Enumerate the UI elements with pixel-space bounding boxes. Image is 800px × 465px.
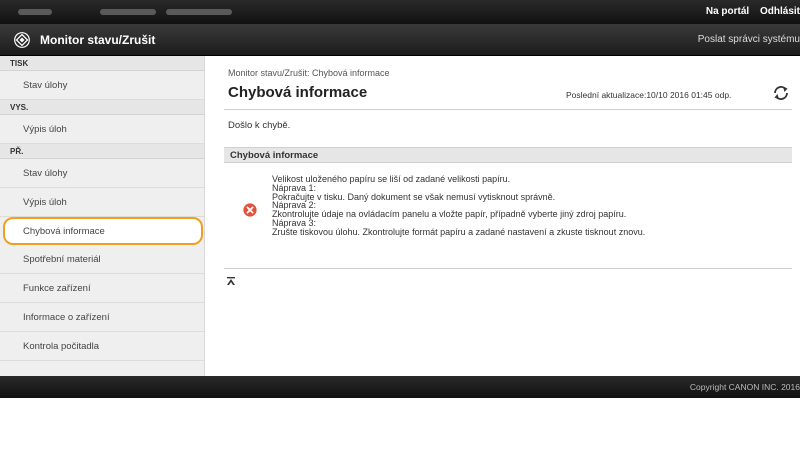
page-footer: Copyright CANON INC. 2016 — [0, 376, 800, 398]
diamond-logo-icon — [14, 32, 30, 48]
top-bar: Na portál Odhlásit — [0, 0, 800, 24]
sidebar-item-receive-job-status[interactable]: Stav úlohy — [0, 159, 204, 188]
blurred-text — [166, 9, 232, 15]
sidebar-item-receive-job-log[interactable]: Výpis úloh — [0, 188, 204, 217]
blurred-text — [18, 9, 52, 15]
admin-mail-link[interactable]: Poslat správci systému — [698, 34, 800, 45]
sidebar-section-print: TISK — [0, 56, 204, 71]
back-to-top-icon[interactable] — [226, 276, 236, 286]
sidebar-item-print-job-status[interactable]: Stav úlohy — [0, 71, 204, 100]
breadcrumb: Monitor stavu/Zrušit: Chybová informace — [228, 68, 390, 78]
portal-link[interactable]: Na portál — [706, 6, 749, 17]
logout-link[interactable]: Odhlásit — [760, 6, 800, 17]
error-icon — [243, 203, 257, 217]
sidebar-item-device-features[interactable]: Funkce zařízení — [0, 274, 204, 303]
page-title: Chybová informace — [228, 84, 368, 101]
detail-line: Zrušte tiskovou úlohu. Zkontrolujte form… — [272, 226, 646, 237]
sidebar-section-send: VYS. — [0, 100, 204, 115]
blurred-text — [100, 9, 156, 15]
detail-line: Pokračujte v tisku. Daný dokument se vša… — [272, 191, 556, 202]
divider — [224, 109, 792, 110]
section-title: Chybová informace — [230, 150, 319, 161]
detail-line: Velikost uloženého papíru se liší od zad… — [272, 174, 511, 184]
copyright-text: Copyright CANON INC. 2016 — [689, 382, 800, 392]
sidebar-item-error-information[interactable]: Chybová informace — [3, 217, 203, 245]
section-header: Chybová informace — [224, 147, 792, 163]
last-update-text: Poslední aktualizace:10/10 2016 01:45 od… — [566, 90, 732, 100]
top-links: Na portál Odhlásit — [698, 6, 800, 17]
detail-line: Zkontrolujte údaje na ovládacím panelu a… — [272, 209, 627, 220]
sidebar-item-device-information[interactable]: Informace o zařízení — [0, 303, 204, 332]
sidebar-section-receive: PŘ. — [0, 144, 204, 159]
page-header: Monitor stavu/Zrušit Poslat správci syst… — [0, 24, 800, 56]
sidebar-item-consumables[interactable]: Spotřební materiál — [0, 245, 204, 274]
sidebar-item-send-job-log[interactable]: Výpis úloh — [0, 115, 204, 144]
refresh-icon[interactable] — [772, 84, 790, 102]
sidebar-item-counter-check[interactable]: Kontrola počitadla — [0, 332, 204, 361]
sidebar: TISK Stav úlohy VYS. Výpis úloh PŘ. Stav… — [0, 56, 205, 376]
error-message: Došlo k chybě. — [228, 120, 291, 131]
main-content: Monitor stavu/Zrušit: Chybová informace … — [206, 56, 800, 376]
divider — [224, 268, 792, 269]
app-title: Monitor stavu/Zrušit — [40, 33, 156, 47]
error-details: Velikost uloženého papíru se liší od zad… — [272, 175, 645, 237]
